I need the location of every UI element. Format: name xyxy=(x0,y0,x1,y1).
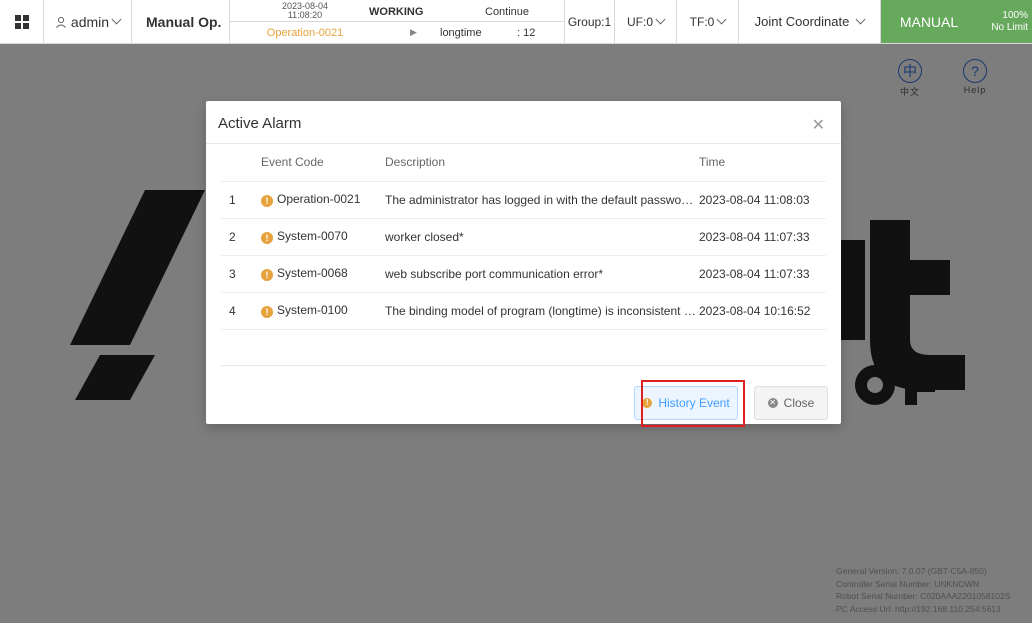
time: 2023-08-04 11:08:03 xyxy=(697,181,826,219)
event-code: System-0068 xyxy=(277,266,348,280)
play-icon: ▶ xyxy=(410,27,417,37)
event-code-cell: ! System-0070 xyxy=(249,218,379,256)
description: worker closed* xyxy=(379,218,697,256)
tf-selector[interactable]: TF:0 xyxy=(677,0,739,43)
warning-icon: ! xyxy=(261,306,273,318)
top-bar: admin Manual Op. 2023-08-04 11:08:20 WOR… xyxy=(0,0,1032,44)
status-panel: 2023-08-04 11:08:20 WORKING Continue Ope… xyxy=(230,0,565,43)
speed-indicator[interactable]: 100% No Limit xyxy=(977,0,1032,43)
description: The binding model of program (longtime) … xyxy=(379,292,697,330)
coordinate-label: Joint Coordinate xyxy=(754,14,850,29)
column-header: Description xyxy=(379,144,697,182)
warning-icon: ! xyxy=(642,398,653,408)
event-code-cell: ! System-0100 xyxy=(249,292,379,330)
tf-label: TF:0 xyxy=(689,14,715,29)
row-index: 1 xyxy=(221,181,249,219)
close-label: Close xyxy=(783,396,815,410)
run-mode-label: MANUAL xyxy=(899,13,959,30)
status-time: 11:08:20 xyxy=(287,10,323,20)
coordinate-selector[interactable]: Joint Coordinate xyxy=(739,0,881,43)
event-code: System-0100 xyxy=(277,303,348,317)
description: web subscribe port communication error* xyxy=(379,255,697,293)
robot-action: Continue xyxy=(485,6,530,18)
close-icon[interactable]: ✕ xyxy=(812,115,825,135)
uf-label: UF:0 xyxy=(626,14,653,29)
chevron-down-icon xyxy=(716,14,727,25)
time: 2023-08-04 11:07:33 xyxy=(697,255,826,293)
row-index: 3 xyxy=(221,255,249,293)
table-row[interactable]: 2 ! System-0070 worker closed* 2023-08-04… xyxy=(221,218,826,256)
chevron-down-icon xyxy=(111,14,122,25)
column-header: Event Code xyxy=(249,144,379,182)
warning-icon: ! xyxy=(261,232,273,244)
speed-limit: No Limit xyxy=(991,21,1028,33)
time: 2023-08-04 11:07:33 xyxy=(697,218,826,256)
user-icon xyxy=(56,16,66,28)
event-code-cell: ! System-0068 xyxy=(249,255,379,293)
program-name: longtime xyxy=(440,27,482,39)
history-event-label: History Event xyxy=(658,396,730,410)
group-selector[interactable]: Group:1 xyxy=(565,0,615,43)
event-code: Operation-0021 xyxy=(277,192,361,206)
history-event-button[interactable]: ! History Event xyxy=(634,386,738,420)
user-name: admin xyxy=(70,13,110,30)
warning-icon: ! xyxy=(261,269,273,281)
operation-mode[interactable]: Manual Op. xyxy=(132,0,230,43)
uf-selector[interactable]: UF:0 xyxy=(615,0,677,43)
table-row[interactable]: 1 ! Operation-0021 The administrator has … xyxy=(221,181,826,219)
divider xyxy=(221,365,826,366)
event-code: System-0070 xyxy=(277,229,348,243)
active-alarm-dialog: Active Alarm ✕ Event Code Description Ti… xyxy=(206,101,841,424)
grid-icon xyxy=(14,14,29,29)
alarm-table: Event Code Description Time 1 ! Operation… xyxy=(221,144,826,330)
app-menu-button[interactable] xyxy=(0,0,44,43)
dialog-title: Active Alarm xyxy=(218,115,302,132)
run-mode-button[interactable]: MANUAL xyxy=(881,0,977,43)
time: 2023-08-04 10:16:52 xyxy=(697,292,826,330)
group-label: Group:1 xyxy=(567,14,612,29)
program-line: : 12 xyxy=(517,27,536,39)
column-header xyxy=(221,144,249,182)
table-row[interactable]: 3 ! System-0068 web subscribe port commun… xyxy=(221,255,826,293)
row-index: 4 xyxy=(221,292,249,330)
event-code-cell: ! Operation-0021 xyxy=(249,181,379,219)
status-datetime: 2023-08-04 11:08:20 xyxy=(230,2,380,20)
chevron-down-icon xyxy=(855,14,866,25)
description: The administrator has logged in with the… xyxy=(379,181,697,219)
chevron-down-icon xyxy=(655,14,666,25)
speed-value: 100% xyxy=(1002,9,1028,21)
table-row[interactable]: 4 ! System-0100 The binding model of prog… xyxy=(221,292,826,330)
row-index: 2 xyxy=(221,218,249,256)
table-header: Event Code Description Time xyxy=(221,144,826,182)
warning-icon: ! xyxy=(261,195,273,207)
status-event-code[interactable]: Operation-0021 xyxy=(230,27,380,39)
robot-state: WORKING xyxy=(369,6,424,18)
close-button[interactable]: ✕ Close xyxy=(754,386,828,420)
close-circle-icon: ✕ xyxy=(767,398,778,408)
user-menu[interactable]: admin xyxy=(44,0,132,43)
operation-mode-label: Manual Op. xyxy=(146,13,222,30)
column-header: Time xyxy=(697,144,826,182)
